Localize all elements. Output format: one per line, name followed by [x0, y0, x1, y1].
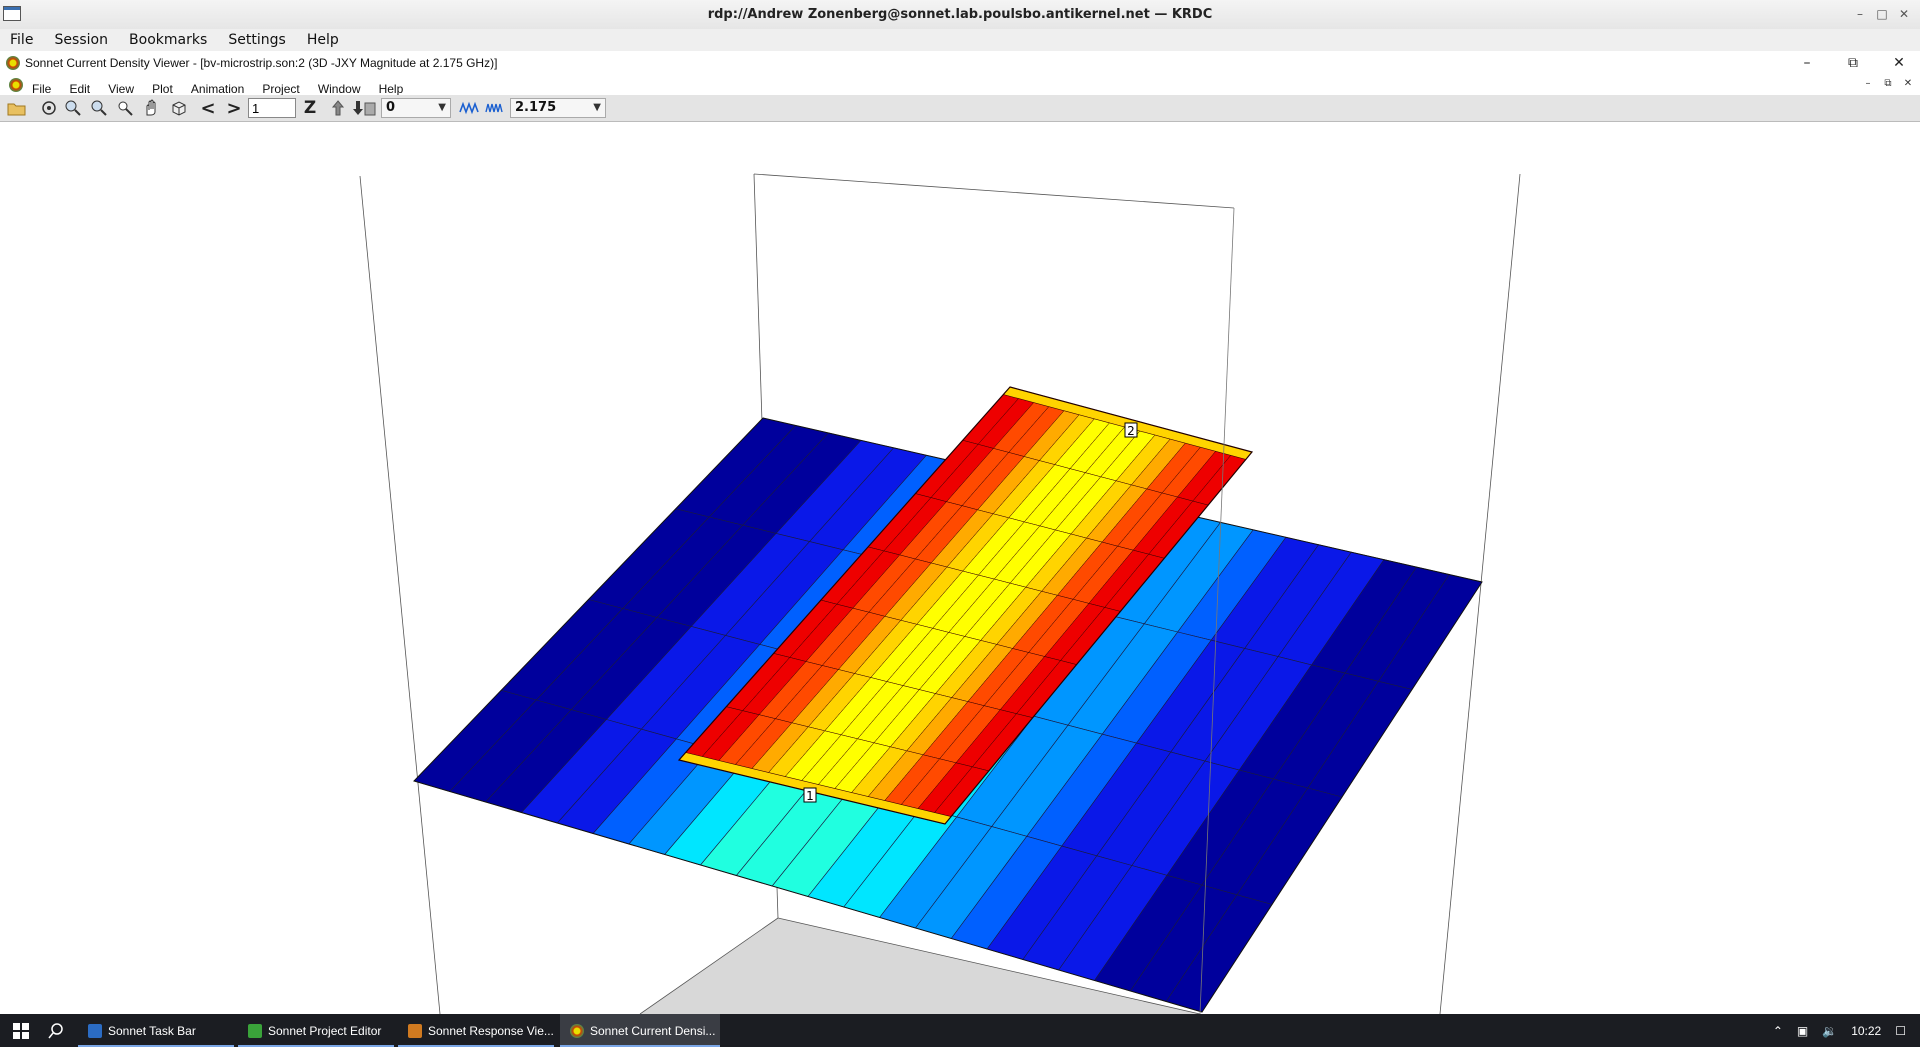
taskbar-item-sonnet-response-viewer[interactable]: Sonnet Response Vie... [398, 1014, 554, 1047]
windows-start-icon[interactable] [6, 1014, 36, 1047]
z-button[interactable]: Z [300, 98, 320, 118]
sonnet-task-bar-icon [88, 1023, 102, 1038]
krdc-menu-file[interactable]: File [0, 30, 39, 48]
app-menu-animation[interactable]: Animation [191, 82, 244, 96]
waveform-left-icon[interactable] [458, 98, 480, 118]
document-icon[interactable] [9, 78, 23, 92]
system-tray: ⌃ ▣ 🔉 10:22 ☐ [1773, 1014, 1920, 1047]
port-label-1: 1 [806, 789, 814, 803]
chevron-down-icon: ▼ [593, 102, 601, 113]
pan-hand-icon[interactable] [140, 98, 162, 118]
app-menu-plot[interactable]: Plot [152, 82, 173, 96]
notification-icon[interactable]: ☐ [1895, 1024, 1906, 1038]
sonnet-current-density-icon [570, 1023, 584, 1038]
sonnet-app-icon [6, 56, 20, 70]
app-title-bar: Sonnet Current Density Viewer - [bv-micr… [0, 51, 1920, 76]
clock[interactable]: 10:22 [1851, 1024, 1881, 1038]
app-close-button[interactable]: ✕ [1888, 53, 1910, 73]
krdc-menu-bar: File Session Bookmarks Settings Help [0, 29, 1920, 52]
krdc-menu-help[interactable]: Help [297, 30, 345, 48]
search-icon[interactable] [42, 1014, 70, 1047]
network-icon[interactable]: ▣ [1797, 1024, 1808, 1038]
current-density-plot[interactable]: 12 [0, 122, 1920, 1014]
waveform-right-icon[interactable] [484, 98, 506, 118]
krdc-restore-button[interactable]: □ [1874, 6, 1890, 22]
rotate-icon[interactable] [38, 98, 60, 118]
app-minimize-button[interactable]: – [1796, 53, 1818, 73]
taskbar-item-label: Sonnet Project Editor [268, 1023, 382, 1038]
box-edge [359, 175, 441, 1014]
krdc-close-button[interactable]: ✕ [1896, 6, 1912, 22]
app-menu-project[interactable]: Project [262, 82, 299, 96]
app-menu-file[interactable]: File [32, 82, 51, 96]
level-up-icon[interactable] [328, 98, 348, 118]
chevron-up-icon[interactable]: ⌃ [1773, 1024, 1783, 1038]
next-button[interactable]: > [224, 98, 244, 119]
3d-box-icon[interactable] [168, 98, 190, 118]
toolbar: < > 1 Z 0 ▼ 2.175 ▼ [0, 95, 1920, 122]
mdi-restore-button[interactable]: ⧉ [1882, 78, 1894, 90]
mdi-close-button[interactable]: ✕ [1902, 78, 1914, 90]
zoom-box-icon[interactable] [114, 98, 136, 118]
app-window-title: Sonnet Current Density Viewer - [bv-micr… [25, 56, 498, 70]
krdc-window-title: rdp://Andrew Zonenberg@sonnet.lab.poulsb… [707, 7, 1213, 22]
taskbar-item-sonnet-task-bar[interactable]: Sonnet Task Bar [78, 1014, 234, 1047]
port-label-2: 2 [1127, 424, 1135, 438]
level-combo[interactable]: 0 ▼ [381, 98, 451, 118]
krdc-menu-session[interactable]: Session [45, 30, 114, 48]
krdc-menu-settings[interactable]: Settings [218, 30, 291, 48]
app-restore-button[interactable]: ⧉ [1842, 53, 1864, 73]
level-combo-value: 0 [386, 100, 396, 115]
taskbar-item-label: Sonnet Current Densi... [590, 1023, 716, 1038]
taskbar-item-sonnet-project-editor[interactable]: Sonnet Project Editor [238, 1014, 394, 1047]
open-folder-icon[interactable] [6, 98, 28, 118]
krdc-minimize-button[interactable]: – [1852, 6, 1868, 22]
app-menu-bar: File Edit View Plot Animation Project Wi… [0, 75, 1920, 96]
sonnet-project-editor-icon [248, 1023, 262, 1038]
remote-desktop: Sonnet Current Density Viewer - [bv-micr… [0, 51, 1920, 1014]
volume-icon[interactable]: 🔉 [1822, 1024, 1837, 1038]
krdc-menu-bookmarks[interactable]: Bookmarks [119, 30, 213, 48]
krdc-title-bar: rdp://Andrew Zonenberg@sonnet.lab.poulsb… [0, 0, 1920, 30]
frequency-combo[interactable]: 2.175 ▼ [510, 98, 606, 118]
zoom-out-icon[interactable] [88, 98, 110, 118]
mdi-minimize-button[interactable]: – [1862, 78, 1874, 90]
box-edge [753, 173, 1235, 209]
app-menu-window[interactable]: Window [318, 82, 361, 96]
sonnet-response-viewer-icon [408, 1023, 422, 1038]
taskbar-item-label: Sonnet Response Vie... [428, 1023, 554, 1038]
frequency-combo-value: 2.175 [515, 100, 557, 115]
taskbar-item-sonnet-current-density[interactable]: Sonnet Current Densi... [560, 1014, 720, 1047]
taskbar-item-label: Sonnet Task Bar [108, 1023, 196, 1038]
level-input[interactable]: 1 [248, 98, 296, 118]
chevron-down-icon: ▼ [438, 102, 446, 113]
current-density-3d-view[interactable]: 12 [0, 122, 1920, 1014]
taskbar: Sonnet Task Bar Sonnet Project Editor So… [0, 1014, 1920, 1047]
app-menu-edit[interactable]: Edit [69, 82, 90, 96]
level-down-icon[interactable] [352, 98, 378, 118]
app-menu-view[interactable]: View [108, 82, 134, 96]
previous-button[interactable]: < [198, 98, 218, 119]
zoom-in-icon[interactable] [62, 98, 84, 118]
app-menu-help[interactable]: Help [379, 82, 404, 96]
